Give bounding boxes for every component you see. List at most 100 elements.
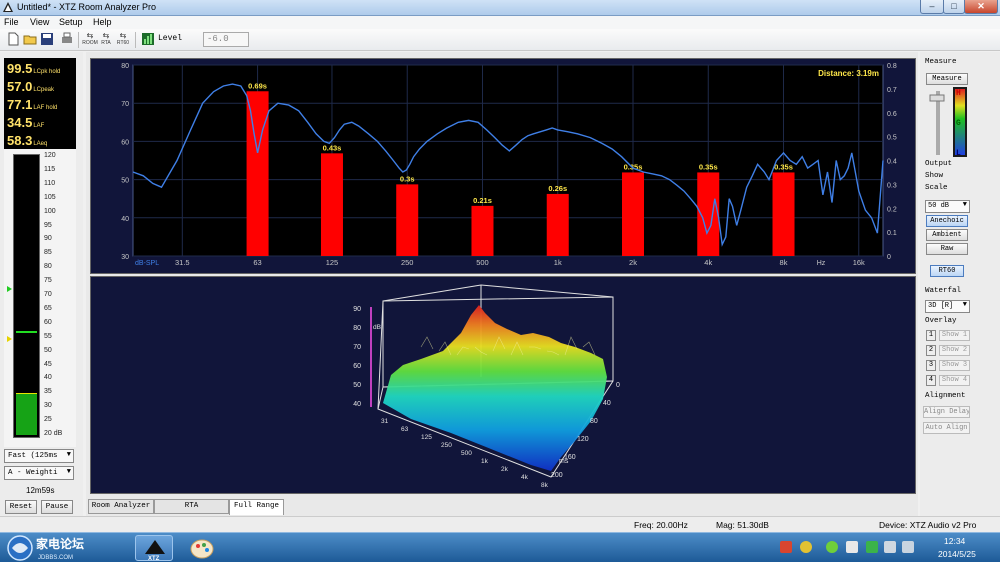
menu-file[interactable]: File [4,17,19,27]
rt60-bar-label: 0.26s [548,184,567,193]
waterfall-time-tick: 40 [603,400,611,407]
paint-app-icon [190,539,214,559]
time-weighting-select[interactable]: Fast (125ms ▼ [4,449,74,463]
readout-laf-hold: 77.1LAF hold [7,97,57,112]
level-input[interactable]: -6.0 [203,32,249,47]
overlay-3-button[interactable]: 3 [926,360,936,371]
rt60-bar-label: 0.35s [699,162,718,171]
rt60-bar [546,193,569,256]
overlay-4-show[interactable]: Show 4 [939,375,970,386]
align-delay-button[interactable]: Align Delay [923,406,970,418]
rt60-arrow-icon: ⇆ [119,31,127,40]
input-gain-slider[interactable]: H G L [928,87,976,159]
waterfall-z-tick: 40 [353,401,361,408]
tray-network-icon[interactable] [884,541,896,553]
waterfall-value: 3D [R] [928,302,954,310]
x-tick-label: 63 [253,258,261,267]
readout-unit: LCpeak [33,87,54,93]
waterfall-panel: 90 80 70 60 50 40 dB 0 40 80 120 160 200 ms 31 63 125 250… [90,276,916,494]
tab-rta[interactable]: RTA [154,499,229,514]
taskbar-app-paint[interactable] [183,535,221,561]
frequency-response-chart[interactable]: 30 40 50 60 70 80 0 0.1 0.2 0.3 0.4 0.5 0.6 0.7 0.8 31.… [91,59,915,273]
close-button[interactable]: ✕ [964,0,998,14]
rta-mode-button[interactable]: ⇆ RTA [98,31,114,49]
meter-tick: 25 [44,416,52,424]
level-icon[interactable] [141,32,155,46]
auto-align-button[interactable]: Auto Align [923,422,970,434]
raw-button[interactable]: Raw [926,243,968,255]
readout-lcpk-hold: 99.5LCpk hold [7,61,60,76]
rt60-bar-label: 0.21s [473,196,492,205]
tray-security-icon[interactable] [826,541,838,553]
waterfall-z-tick: 70 [353,344,361,351]
rt60-bar [622,172,644,256]
gain-letter-g: G [956,119,961,128]
x-tick-label: 250 [401,258,414,267]
x-tick-label: 16k [853,258,865,267]
ambient-button[interactable]: Ambient [926,229,968,241]
minimize-button[interactable]: – [920,0,944,14]
print-icon[interactable] [60,32,74,46]
anechoic-button[interactable]: Anechoic [926,215,968,227]
overlay-4-button[interactable]: 4 [926,375,936,386]
overlay-1-button[interactable]: 1 [926,330,936,341]
menu-setup[interactable]: Setup [59,17,83,27]
rt60-mode-button[interactable]: ⇆ RT60 [115,31,131,49]
meter-tick: 65 [44,304,52,312]
room-mode-button[interactable]: ⇆ ROOM [82,31,98,49]
meter-panel: 99.5LCpk hold 57.0LCpeak 77.1LAF hold 34… [0,52,83,516]
readout-laf: 34.5LAF [7,115,44,130]
clock-date[interactable]: 2014/5/25 [938,549,976,559]
x-tick-label: 31.5 [175,258,190,267]
freq-weighting-select[interactable]: A - Weighti ▼ [4,466,74,480]
menu-help[interactable]: Help [93,17,112,27]
meter-tick: 30 [44,402,52,410]
reset-button[interactable]: Reset [5,500,37,514]
pause-button[interactable]: Pause [41,500,73,514]
y-tick-label: 30 [121,254,129,261]
freq-weighting-value: A - Weighti [8,469,58,477]
tab-full-range[interactable]: Full Range [229,499,284,515]
y-tick-label: 80 [121,63,129,70]
waterfall-3d-chart[interactable]: 908070605040dB04080120160200ms3163125250… [91,277,915,493]
maximize-button[interactable]: □ [943,0,965,14]
waterfall-time-unit: ms [559,458,569,465]
waterfall-freq-tick: 4k [521,474,529,481]
new-icon[interactable] [6,32,20,46]
tray-ime-icon[interactable] [800,541,812,553]
open-icon[interactable] [23,32,37,46]
overlay-2-show[interactable]: Show 2 [939,345,970,356]
gain-slider-thumb[interactable] [929,94,945,102]
waterfall-z-tick: 80 [353,325,361,332]
meter-tick: 90 [44,235,52,243]
save-icon[interactable] [40,32,54,46]
overlay-2-button[interactable]: 2 [926,345,936,356]
taskbar-app-xtz[interactable]: XTZ [135,535,173,562]
x-tick-label: 1k [554,258,562,267]
waterfall-freq-tick: 125 [421,434,432,441]
meter-tick: 80 [44,263,52,271]
watermark-text: 家电论坛 [36,536,84,551]
tray-flag-icon[interactable] [846,541,858,553]
readout-value: 57.0 [7,79,33,94]
clock-time[interactable]: 12:34 [944,536,965,546]
tab-room-analyzer[interactable]: Room Analyzer [88,499,154,514]
waterfall-freq-tick: 500 [461,450,472,457]
menu-view[interactable]: View [30,17,49,27]
tray-shield-icon[interactable] [866,541,878,553]
meter-tick: 95 [44,221,52,229]
waterfall-select[interactable]: 3D [R] ▼ [925,300,970,313]
measure-button[interactable]: Measure [926,73,968,85]
main-area: 30 40 50 60 70 80 0 0.1 0.2 0.3 0.4 0.5 0.6 0.7 0.8 31.… [86,52,918,516]
waterfall-freq-tick: 2k [501,466,509,473]
status-magnitude: Mag: 51.30dB [716,520,769,530]
rt60-bar [246,91,269,256]
rt60-button[interactable]: RT60 [930,265,964,277]
overlay-1-show[interactable]: Show 1 [939,330,970,341]
overlay-3-show[interactable]: Show 3 [939,360,970,371]
tray-volume-icon[interactable] [902,541,914,553]
scale-select[interactable]: 50 dB ▼ [925,200,970,213]
tray-app-icon[interactable] [780,541,792,553]
waterfall-surface [383,305,607,471]
rta-arrow-icon: ⇆ [102,31,110,40]
